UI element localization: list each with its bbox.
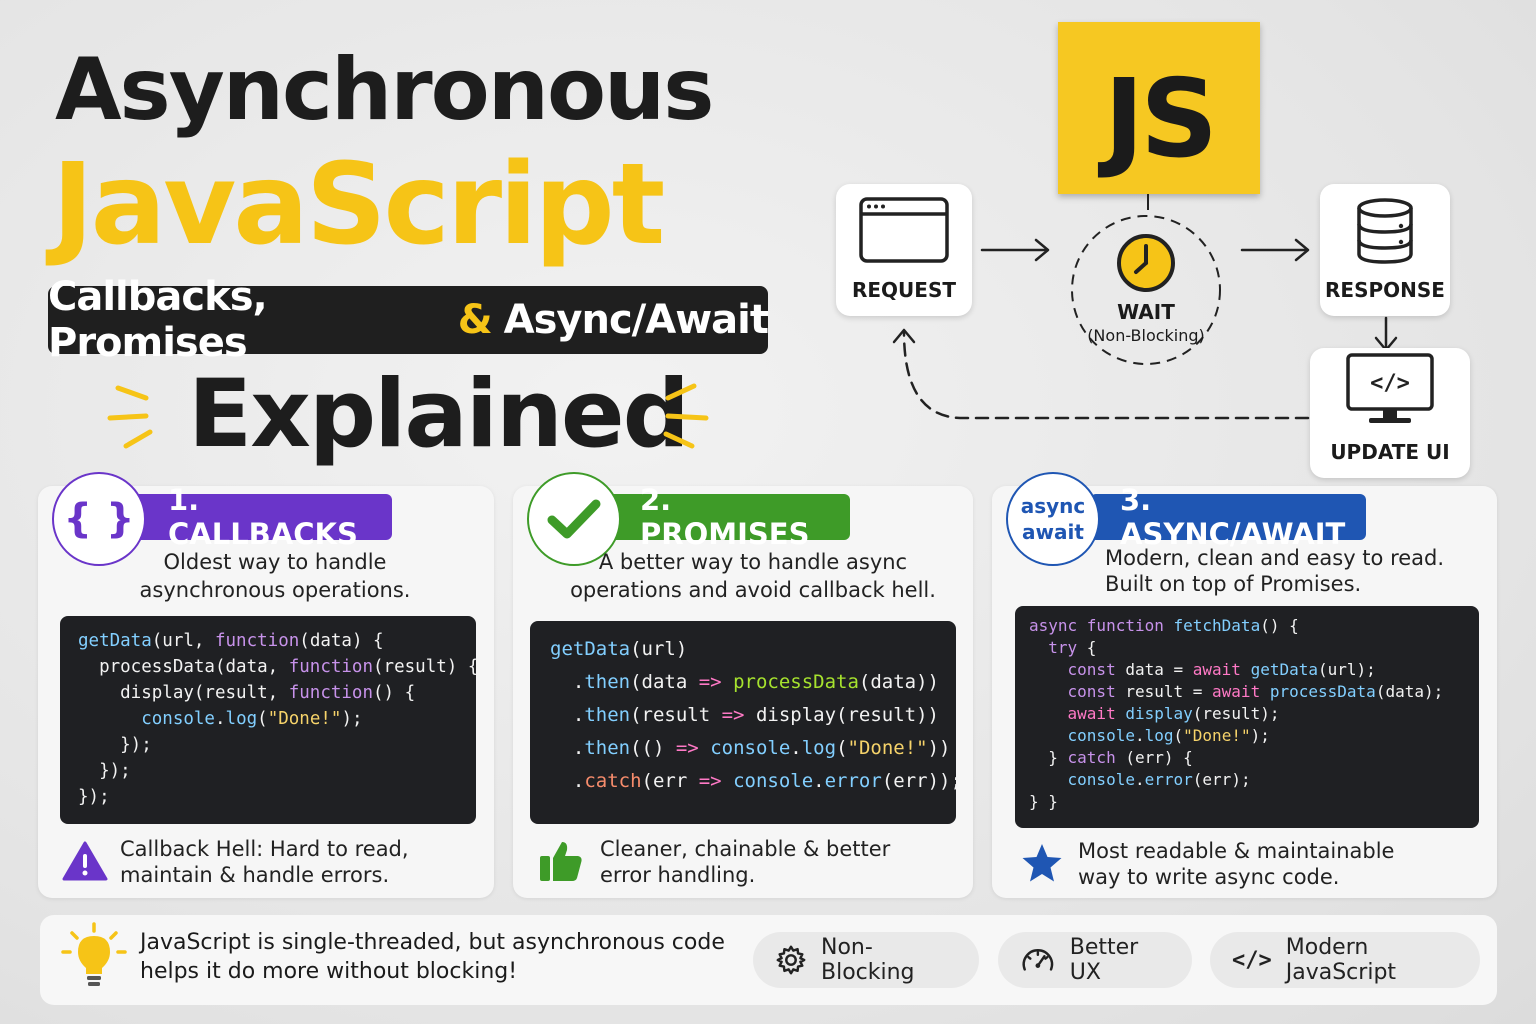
async-note-line-1: Most readable & maintainable (1078, 839, 1395, 863)
warning-icon (62, 841, 108, 881)
code-line: console.log("Done!"); (1067, 726, 1270, 745)
callbacks-desc-line-1: Oldest way to handle (163, 550, 387, 574)
thumbs-up-icon (540, 842, 582, 881)
callbacks-note: Callback Hell: Hard to read, maintain & … (120, 836, 409, 888)
async-await-code-block: async function fetchData() { try { const… (1015, 606, 1479, 828)
request-label: REQUEST (851, 278, 956, 302)
gear-icon (776, 945, 806, 975)
async-await-badge-icon: async await (1006, 472, 1100, 566)
code-line: .then(data => processData(data)) (550, 671, 939, 693)
browser-window-icon (859, 197, 949, 263)
subtitle-ampersand: & (457, 297, 493, 343)
promises-desc-line-2: operations and avoid callback hell. (570, 578, 936, 602)
svg-text:</>: </> (1370, 371, 1410, 396)
title-line-1: Asynchronous (55, 40, 714, 140)
flow-node-wait: WAIT (Non-Blocking) (1076, 232, 1216, 345)
async-await-note: Most readable & maintainable way to writ… (1078, 838, 1394, 890)
code-line: await display(result); (1067, 704, 1280, 723)
clock-icon (1117, 234, 1175, 292)
wait-sublabel: (Non-Blocking) (1087, 326, 1205, 345)
js-logo: JS (1058, 22, 1260, 194)
footer-line-1: JavaScript is single-threaded, but async… (140, 930, 725, 955)
speedometer-icon (1022, 949, 1054, 971)
pill-better-ux: Better UX (998, 932, 1192, 988)
promises-note: Cleaner, chainable & better error handli… (600, 836, 890, 888)
check-icon (547, 499, 601, 539)
flow-node-response: RESPONSE (1320, 184, 1450, 316)
database-icon (1357, 198, 1413, 264)
subtitle-banner: Callbacks, Promises & Async/Await (48, 274, 769, 366)
code-line: getData(url) (550, 638, 688, 660)
code-line: .then(() => console.log("Done!")) (550, 737, 951, 759)
pill-non-blocking: Non-Blocking (753, 932, 979, 988)
code-line: try { (1048, 638, 1097, 657)
response-label: RESPONSE (1325, 278, 1445, 302)
pill-better-ux-label: Better UX (1069, 935, 1139, 985)
update-ui-label: UPDATE UI (1330, 440, 1450, 464)
callbacks-code-block: getData(url, function(data) { processDat… (60, 616, 479, 824)
pill-non-blocking-label: Non-Blocking (820, 935, 915, 985)
code-line: processData(data, function(result) { (78, 657, 479, 677)
promises-description: A better way to handle async operations … (568, 548, 938, 604)
callbacks-tag: 1. CALLBACKS (130, 483, 392, 551)
async-await-description: Modern, clean and easy to read. Built on… (1105, 545, 1465, 597)
callbacks-note-line-1: Callback Hell: Hard to read, (120, 837, 409, 861)
code-line: }); (78, 787, 110, 807)
star-icon (1022, 844, 1062, 882)
code-line: .then(result => display(result)) (550, 704, 939, 726)
title-line-2: JavaScript (52, 140, 665, 270)
async-desc-line-2: Built on top of Promises. (1105, 572, 1362, 596)
wait-label: WAIT (1117, 300, 1175, 324)
flow-node-request: REQUEST (836, 184, 972, 316)
subtitle-part-2: Async/Await (503, 297, 769, 343)
async-note-line-2: way to write async code. (1078, 865, 1340, 889)
code-line: display(result, function() { (78, 683, 416, 703)
code-line: } catch (err) { (1029, 748, 1193, 767)
code-line: const data = await getData(url); (1067, 660, 1376, 679)
footer-line-2: helps it do more without blocking! (140, 959, 518, 984)
promises-desc-line-1: A better way to handle async (598, 550, 908, 574)
code-line: } } (1029, 792, 1058, 811)
promises-code-block: getData(url) .then(data => processData(d… (530, 621, 962, 824)
lightbulb-icon (61, 922, 127, 986)
callbacks-note-line-2: maintain & handle errors. (120, 863, 390, 887)
code-line: }); (78, 735, 152, 755)
monitor-code-icon: </> (1346, 353, 1434, 423)
code-line: getData(url, function(data) { (78, 631, 384, 651)
code-icon: </> (1232, 947, 1272, 973)
callbacks-description: Oldest way to handle asynchronous operat… (130, 548, 420, 604)
title-line-4: Explained (188, 360, 690, 469)
code-line: console.error(err); (1067, 770, 1251, 789)
subtitle-part-1: Callbacks, Promises (48, 274, 268, 366)
async-desc-line-1: Modern, clean and easy to read. (1105, 546, 1445, 570)
pill-modern-javascript: </> Modern JavaScript (1210, 932, 1480, 988)
code-line: .catch(err => console.error(err)); (550, 770, 962, 792)
code-line: async function fetchData() { (1029, 616, 1299, 635)
pill-modern-javascript-label: Modern JavaScript (1285, 935, 1397, 985)
badge-await-text: await (1022, 520, 1084, 544)
badge-async-text: async (1020, 494, 1086, 518)
async-await-tag: 3. ASYNC/AWAIT (1090, 483, 1366, 551)
promises-tag: 2. PROMISES (604, 483, 850, 551)
promises-note-line-1: Cleaner, chainable & better (600, 837, 891, 861)
flow-node-update-ui: </> UPDATE UI (1310, 348, 1470, 478)
promises-note-line-2: error handling. (600, 863, 756, 887)
code-line: console.log("Done!"); (141, 709, 363, 729)
footer-message: JavaScript is single-threaded, but async… (140, 928, 725, 986)
code-line: const result = await processData(data); (1067, 682, 1444, 701)
callbacks-desc-line-2: asynchronous operations. (139, 578, 411, 602)
code-line: }); (78, 761, 131, 781)
